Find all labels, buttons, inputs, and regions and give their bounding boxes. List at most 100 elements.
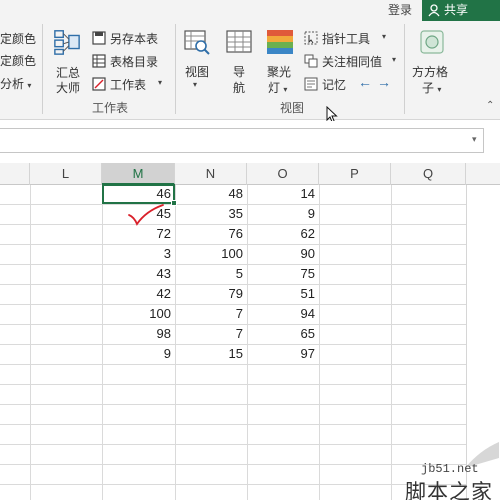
cell-O2[interactable]: 9	[247, 204, 319, 224]
pointer-tool-button[interactable]: 指针工具 ▾	[304, 29, 396, 47]
grid-line	[0, 444, 466, 445]
cell-O6[interactable]: 51	[247, 284, 319, 304]
chevron-down-icon: ▾	[392, 55, 397, 64]
column-header-O[interactable]: O	[247, 163, 319, 185]
chevron-down-icon: ▾	[437, 85, 442, 94]
chevron-down-icon: ▾	[193, 80, 198, 89]
column-header-N[interactable]: N	[175, 163, 247, 185]
column-header-K[interactable]	[0, 163, 30, 185]
cell-N2[interactable]: 35	[175, 204, 247, 224]
chevron-down-icon: ▾	[382, 32, 387, 41]
table-index-icon	[92, 54, 106, 68]
memory-button[interactable]: 记忆	[304, 75, 354, 93]
column-header-L[interactable]: L	[30, 163, 102, 185]
cell-N3[interactable]: 76	[175, 224, 247, 244]
cell-M8[interactable]: 98	[102, 324, 175, 344]
summary-master-button[interactable]: 汇总 大师	[48, 28, 88, 98]
cell-M4[interactable]: 3	[102, 244, 175, 264]
cell-N7[interactable]: 7	[175, 304, 247, 324]
formula-input[interactable]	[0, 128, 484, 153]
user-icon	[428, 4, 440, 17]
spotlight-label-2: 灯 ▾	[268, 79, 287, 96]
save-sheet-as-button[interactable]: 另存本表	[92, 29, 170, 47]
cell-O8[interactable]: 65	[247, 324, 319, 344]
cell-M3[interactable]: 72	[102, 224, 175, 244]
cell-O1[interactable]: 14	[247, 184, 319, 204]
summary-master-label-2: 大师	[56, 81, 81, 95]
save-sheet-as-label: 另存本表	[110, 32, 159, 46]
column-header-row: L M N O P Q	[0, 163, 500, 185]
view-label: 视图	[185, 65, 210, 79]
chevron-down-icon: ▾	[283, 85, 288, 94]
pointer-tool-icon	[304, 31, 318, 45]
worksheet-button[interactable]: 工作表 ▾	[92, 75, 172, 93]
group-separator	[404, 24, 405, 114]
fangfanggezi-button[interactable]: 方方格 子 ▾	[410, 28, 454, 98]
cell-O7[interactable]: 94	[247, 304, 319, 324]
cell-M6[interactable]: 42	[102, 284, 175, 304]
fangfanggezi-icon	[420, 30, 444, 54]
share-label: 共享	[444, 3, 469, 17]
analyze-label: 分析	[0, 77, 25, 91]
chevron-down-icon: ▾	[27, 81, 32, 90]
column-header-Q[interactable]: Q	[391, 163, 466, 185]
memory-icon	[304, 77, 318, 91]
spotlight-label-2-text: 灯	[268, 81, 281, 95]
cell-N1[interactable]: 48	[175, 184, 247, 204]
navigation-icon	[226, 30, 252, 53]
memory-label: 记忆	[322, 78, 347, 92]
cell-M5[interactable]: 43	[102, 264, 175, 284]
grid-line	[391, 185, 392, 500]
cell-O3[interactable]: 62	[247, 224, 319, 244]
cell-O5[interactable]: 75	[247, 264, 319, 284]
fill-handle[interactable]	[171, 200, 177, 206]
selected-cell[interactable]	[102, 184, 175, 204]
watch-same-value-button[interactable]: 关注相同值 ▾	[304, 52, 402, 70]
ribbon-item-analyze[interactable]: 分析 ▾	[0, 75, 31, 92]
watermark-name: 脚本之家	[405, 480, 493, 500]
cell-M9[interactable]: 9	[102, 344, 175, 364]
ribbon-item-color-2[interactable]: 定颜色	[0, 52, 36, 69]
watch-same-value-label: 关注相同值	[322, 55, 383, 69]
table-index-button[interactable]: 表格目录	[92, 52, 170, 70]
collapse-ribbon-icon[interactable]: ⌃	[486, 100, 494, 111]
cell-O4[interactable]: 90	[247, 244, 319, 264]
checkmark-annotation-icon	[128, 204, 164, 226]
grid-line	[0, 404, 466, 405]
save-icon	[92, 31, 106, 45]
cell-N4[interactable]: 100	[175, 244, 247, 264]
arrow-right-icon[interactable]: →	[377, 74, 391, 90]
cell-N9[interactable]: 15	[175, 344, 247, 364]
login-button[interactable]: 登录	[380, 0, 420, 21]
grid-line	[0, 464, 466, 465]
cell-M7[interactable]: 100	[102, 304, 175, 324]
cell-N8[interactable]: 7	[175, 324, 247, 344]
worksheet-icon	[92, 77, 106, 91]
arrow-left-icon[interactable]: ←	[358, 74, 372, 90]
fangfanggezi-label-2-text: 子	[422, 81, 435, 95]
fangfanggezi-label-2: 子 ▾	[422, 79, 441, 96]
chevron-down-icon[interactable]: ▾	[472, 134, 484, 146]
ribbon-item-color-1[interactable]: 定颜色	[0, 30, 36, 47]
view-button[interactable]: 视图 ▾	[180, 28, 216, 98]
navigation-button[interactable]: 导 航	[222, 28, 256, 98]
cell-N6[interactable]: 79	[175, 284, 247, 304]
spotlight-icon	[267, 30, 293, 54]
grid-line	[0, 364, 466, 365]
ribbon: 登录 共享 定颜色 定颜色 分析 ▾ 汇总 大师 另存本表 表格目录 工作表 ▾…	[0, 0, 500, 120]
cell-N5[interactable]: 5	[175, 264, 247, 284]
share-button[interactable]: 共享	[422, 0, 500, 21]
spotlight-button[interactable]: 聚光 灯 ▾	[262, 28, 298, 98]
table-index-label: 表格目录	[110, 55, 159, 69]
pointer-tool-label: 指针工具	[322, 32, 371, 46]
chevron-down-icon: ▾	[158, 78, 163, 87]
fangfanggezi-label-1: 方方格	[412, 65, 449, 79]
grid-line	[30, 185, 31, 500]
group-separator	[42, 24, 43, 114]
navigation-label-2: 航	[233, 81, 246, 95]
column-header-M[interactable]: M	[102, 163, 175, 185]
column-header-P[interactable]: P	[319, 163, 391, 185]
watermark: jb51.net 脚本之家	[405, 440, 500, 500]
view-icon	[184, 30, 210, 55]
cell-O9[interactable]: 97	[247, 344, 319, 364]
